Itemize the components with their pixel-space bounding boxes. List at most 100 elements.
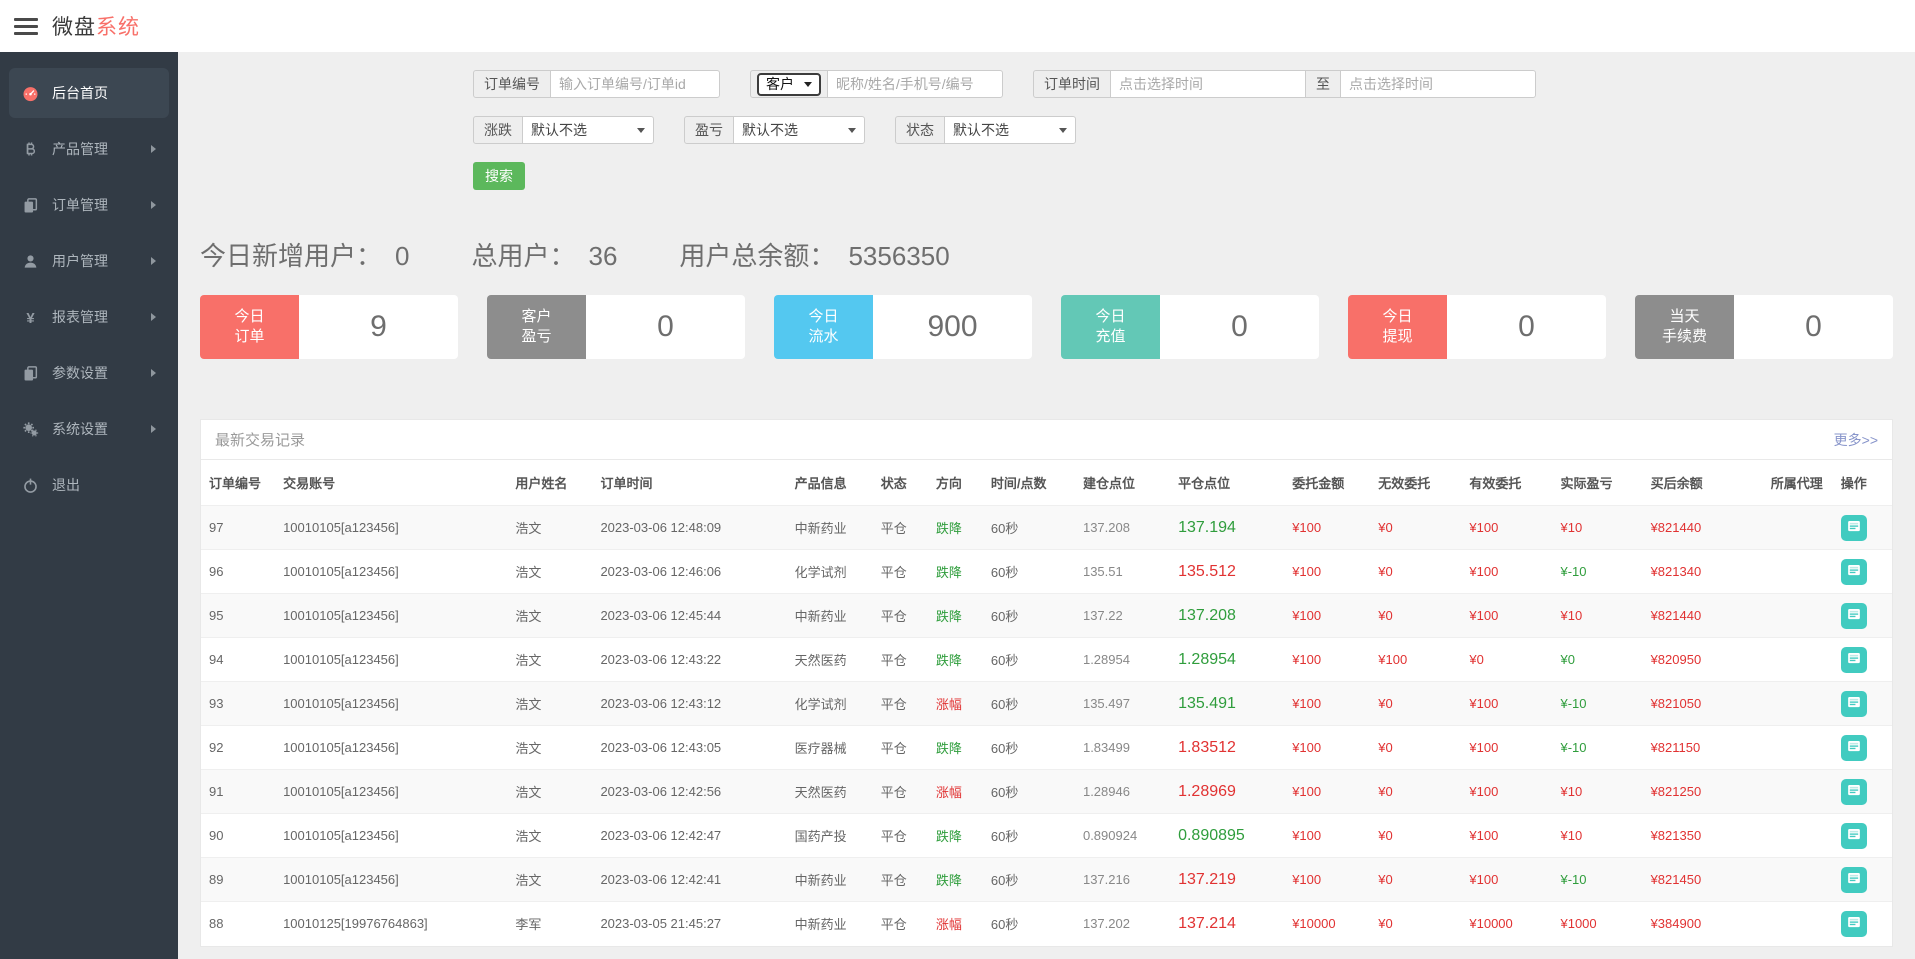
cell-agent — [1767, 506, 1837, 550]
sidebar-item-label: 退出 — [52, 475, 156, 495]
card-label-line1: 今日 — [808, 307, 838, 327]
form-icon — [1845, 693, 1863, 714]
cell-name: 浩文 — [511, 638, 596, 682]
filter-bar: 订单编号 客户 订单时间 至 — [473, 52, 1893, 190]
order-no-input[interactable] — [550, 70, 720, 98]
cell-account: 10010105[a123456] — [279, 682, 511, 726]
stat-label: 今日新增用户： — [200, 241, 382, 271]
profit-loss-value: 默认不选 — [742, 122, 798, 138]
panel-title: 最新交易记录 — [215, 429, 1834, 450]
order-detail-button[interactable] — [1841, 779, 1867, 805]
order-detail-button[interactable] — [1841, 867, 1867, 893]
cell-status: 平仓 — [877, 770, 932, 814]
order-detail-button[interactable] — [1841, 603, 1867, 629]
customer-input[interactable] — [827, 70, 1003, 98]
form-icon — [1845, 781, 1863, 802]
card-label-line2: 流水 — [808, 327, 838, 347]
cell-name: 李军 — [511, 902, 596, 946]
cell-actions — [1837, 726, 1892, 770]
status-select[interactable]: 默认不选 — [944, 116, 1076, 144]
cell-account: 10010105[a123456] — [279, 550, 511, 594]
cell-time: 2023-03-06 12:48:09 — [596, 506, 790, 550]
sidebar-item-logout[interactable]: 退出 — [9, 460, 169, 510]
cell-balance: ¥821440 — [1647, 506, 1767, 550]
order-detail-button[interactable] — [1841, 911, 1867, 937]
cell-account: 10010105[a123456] — [279, 858, 511, 902]
card-today-withdraw: 今日提现0 — [1348, 295, 1606, 359]
power-icon — [22, 477, 39, 494]
cell-product: 中新药业 — [791, 506, 877, 550]
menu-toggle-icon[interactable] — [14, 18, 38, 35]
time-from-input[interactable] — [1110, 70, 1306, 98]
order-detail-button[interactable] — [1841, 647, 1867, 673]
time-to-input[interactable] — [1340, 70, 1536, 98]
cell-entrust: ¥100 — [1288, 550, 1374, 594]
cell-close: 0.890895 — [1174, 814, 1288, 858]
sidebar-item-label: 系统设置 — [52, 419, 151, 439]
cell-open: 137.208 — [1079, 506, 1174, 550]
order-detail-button[interactable] — [1841, 823, 1867, 849]
column-header: 订单编号 — [201, 460, 279, 506]
table-row: 9110010105[a123456]浩文2023-03-06 12:42:56… — [201, 770, 1892, 814]
cell-direction: 涨幅 — [932, 902, 987, 946]
order-detail-button[interactable] — [1841, 691, 1867, 717]
cell-account: 10010105[a123456] — [279, 726, 511, 770]
cell-duration: 60秒 — [987, 814, 1079, 858]
sidebar-item-home[interactable]: 后台首页 — [9, 68, 169, 118]
cell-profit: ¥-10 — [1556, 550, 1646, 594]
cell-product: 中新药业 — [791, 858, 877, 902]
sidebar-item-users[interactable]: 用户管理 — [9, 236, 169, 286]
cell-product: 天然医药 — [791, 638, 877, 682]
filter-order-time: 订单时间 至 — [1033, 70, 1536, 98]
cell-profit: ¥-10 — [1556, 858, 1646, 902]
sidebar-item-label: 报表管理 — [52, 307, 151, 327]
customer-type-select[interactable]: 客户 — [757, 73, 821, 96]
cell-open: 1.83499 — [1079, 726, 1174, 770]
cell-direction: 涨幅 — [932, 682, 987, 726]
cell-product: 化学试剂 — [791, 682, 877, 726]
cell-direction: 跌降 — [932, 814, 987, 858]
cell-duration: 60秒 — [987, 682, 1079, 726]
cell-balance: ¥384900 — [1647, 902, 1767, 946]
sidebar-item-reports[interactable]: ¥报表管理 — [9, 292, 169, 342]
cell-status: 平仓 — [877, 902, 932, 946]
sidebar-item-system[interactable]: 系统设置 — [9, 404, 169, 454]
cell-profit: ¥10 — [1556, 814, 1646, 858]
order-detail-button[interactable] — [1841, 515, 1867, 541]
cell-invalid: ¥0 — [1374, 506, 1465, 550]
customer-type-value: 客户 — [766, 74, 794, 94]
cell-balance: ¥821440 — [1647, 594, 1767, 638]
copy-icon — [22, 365, 39, 382]
cell-direction: 跌降 — [932, 858, 987, 902]
cell-invalid: ¥0 — [1374, 726, 1465, 770]
cell-name: 浩文 — [511, 814, 596, 858]
form-icon — [1845, 869, 1863, 890]
cell-name: 浩文 — [511, 506, 596, 550]
card-label: 今日充值 — [1061, 295, 1160, 359]
rise-fall-label: 涨跌 — [473, 116, 523, 144]
table-row: 8910010105[a123456]浩文2023-03-06 12:42:41… — [201, 858, 1892, 902]
column-header: 操作 — [1837, 460, 1892, 506]
cell-duration: 60秒 — [987, 594, 1079, 638]
search-button[interactable]: 搜索 — [473, 162, 525, 190]
sidebar: 后台首页产品管理订单管理用户管理 ¥报表管理参数设置系统设置退出 — [0, 52, 178, 959]
rise-fall-select[interactable]: 默认不选 — [522, 116, 654, 144]
sidebar-item-products[interactable]: 产品管理 — [9, 124, 169, 174]
sidebar-item-params[interactable]: 参数设置 — [9, 348, 169, 398]
cell-duration: 60秒 — [987, 726, 1079, 770]
cell-open: 137.202 — [1079, 902, 1174, 946]
sidebar-item-orders[interactable]: 订单管理 — [9, 180, 169, 230]
cell-invalid: ¥0 — [1374, 682, 1465, 726]
cell-time: 2023-03-06 12:42:56 — [596, 770, 790, 814]
order-detail-button[interactable] — [1841, 735, 1867, 761]
profit-loss-select[interactable]: 默认不选 — [733, 116, 865, 144]
cell-entrust: ¥100 — [1288, 814, 1374, 858]
card-value: 0 — [1160, 295, 1319, 359]
cell-invalid: ¥0 — [1374, 814, 1465, 858]
cell-close: 135.512 — [1174, 550, 1288, 594]
user-icon — [22, 253, 39, 270]
cell-entrust: ¥10000 — [1288, 902, 1374, 946]
order-detail-button[interactable] — [1841, 559, 1867, 585]
more-link[interactable]: 更多>> — [1834, 430, 1878, 450]
column-header: 订单时间 — [596, 460, 790, 506]
